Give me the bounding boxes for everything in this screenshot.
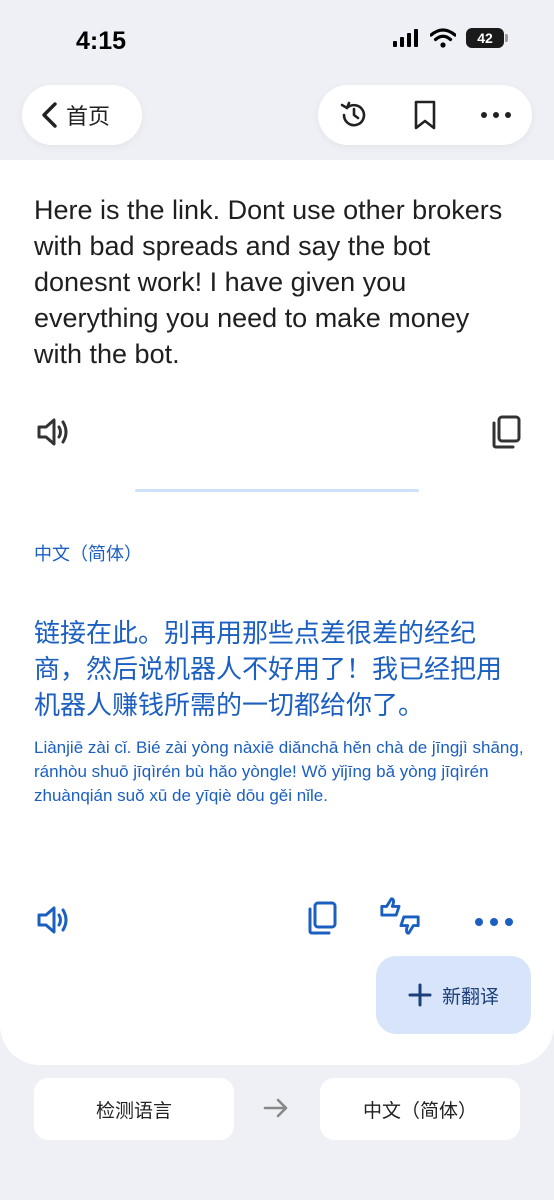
more-options-button[interactable]: [474, 93, 518, 137]
source-text[interactable]: Here is the link. Dont use other brokers…: [34, 192, 524, 372]
header-actions: [318, 85, 532, 145]
history-button[interactable]: [332, 93, 376, 137]
history-icon: [340, 101, 365, 127]
source-speak-button[interactable]: [32, 410, 76, 454]
target-language-button-label: 中文（简体）: [362, 1100, 477, 1122]
source-copy-button[interactable]: [484, 410, 528, 454]
language-bar: 检测语言 中文（简体）: [0, 1078, 554, 1142]
battery-icon: 42: [466, 28, 508, 48]
back-button-label: 首页: [66, 104, 111, 129]
status-bar: 4:15 42: [0, 0, 554, 80]
back-button[interactable]: 首页: [22, 85, 142, 145]
translation-more-button[interactable]: [472, 900, 516, 944]
bookmark-icon: [414, 100, 436, 130]
translation-text[interactable]: 链接在此。别再用那些点差很差的经纪商，然后说机器人不好用了！我已经把用机器人赚钱…: [34, 615, 524, 723]
source-language-button[interactable]: 检测语言: [34, 1078, 234, 1140]
speaker-icon: [37, 906, 68, 934]
feedback-icon: [380, 897, 420, 935]
copy-icon: [492, 415, 521, 449]
source-language-label: 检测语言: [95, 1100, 172, 1122]
feedback-button[interactable]: [378, 894, 422, 938]
translation-speak-button[interactable]: [32, 898, 76, 942]
back-chevron-icon: [42, 102, 57, 128]
target-language-label: 中文（简体）: [34, 544, 142, 564]
copy-icon: [308, 901, 337, 935]
arrow-right-icon[interactable]: [262, 1096, 290, 1120]
new-translation-label: 新翻译: [441, 986, 499, 1008]
top-bar: 首页: [0, 80, 554, 160]
plus-icon: [408, 983, 432, 1007]
target-language-button[interactable]: 中文（简体）: [320, 1078, 520, 1140]
status-time: 4:15: [76, 27, 127, 55]
speaker-icon: [37, 418, 68, 446]
more-icon: [475, 918, 513, 926]
new-translation-button[interactable]: 新翻译: [376, 956, 531, 1034]
battery-level-text: 42: [477, 30, 493, 46]
bookmark-button[interactable]: [403, 93, 447, 137]
more-icon: [481, 112, 512, 118]
pinyin-text: Liànjiē zài cǐ. Bié zài yòng nàxiē diǎnc…: [34, 738, 524, 805]
divider: [135, 489, 419, 492]
translation-card: Here is the link. Dont use other brokers…: [0, 160, 554, 1065]
signal-icon: [393, 29, 418, 47]
status-icons: 42: [392, 28, 508, 48]
translation-copy-button[interactable]: [300, 896, 344, 940]
wifi-icon: [430, 28, 456, 48]
